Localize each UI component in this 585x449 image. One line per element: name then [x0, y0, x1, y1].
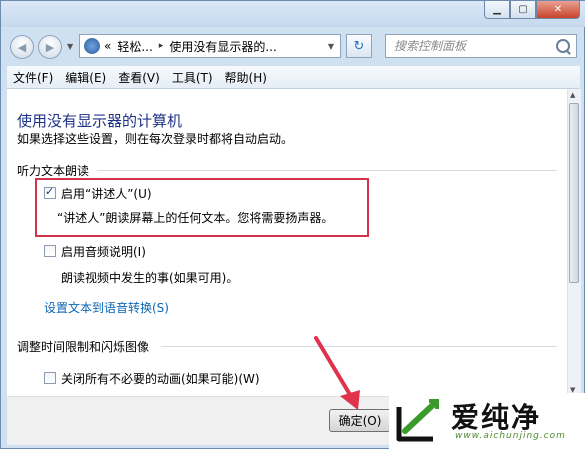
window-controls: ▁ ▢ ✕ [484, 1, 580, 19]
maximize-button[interactable]: ▢ [510, 1, 536, 19]
recent-pages-dropdown[interactable]: ▼ [67, 42, 73, 51]
minimize-button[interactable]: ▁ [484, 1, 510, 19]
narrator-highlight-box [35, 178, 369, 237]
search-box[interactable] [385, 34, 577, 58]
back-button[interactable]: ◀ [10, 35, 34, 59]
audio-description-checkbox[interactable] [44, 245, 56, 257]
menu-view[interactable]: 查看(V) [112, 69, 166, 86]
breadcrumb-current-page[interactable]: 使用没有显示器的... [169, 38, 276, 55]
watermark-url: www.aichunjing.com [455, 431, 566, 441]
breadcrumb-ease-of-access[interactable]: 轻松... [117, 38, 152, 55]
watermark-brand: 爱纯净 [451, 401, 542, 434]
page-subtitle: 如果选择这些设置，则在每次登录时都将自动启动。 [17, 132, 294, 146]
menu-tools[interactable]: 工具(T) [166, 69, 219, 86]
search-input[interactable] [392, 38, 546, 54]
menu-bar: 文件(F) 编辑(E) 查看(V) 工具(T) 帮助(H) [7, 66, 580, 89]
watermark-logo-icon [396, 399, 439, 442]
page-title: 使用没有显示器的计算机 [17, 112, 183, 130]
menu-file[interactable]: 文件(F) [7, 69, 59, 86]
menu-help[interactable]: 帮助(H) [219, 69, 273, 86]
refresh-button[interactable]: ↻ [346, 34, 372, 58]
text-to-speech-settings-link[interactable]: 设置文本到语音转换(S) [44, 299, 169, 316]
audio-description-label[interactable]: 启用音频说明(I) [61, 243, 146, 260]
back-arrow-icon: ◀ [17, 40, 27, 54]
breadcrumb-overflow[interactable]: « [104, 39, 111, 53]
scrollbar-thumb[interactable] [569, 103, 579, 283]
section-divider [97, 170, 557, 171]
search-icon[interactable] [556, 39, 570, 53]
forward-button[interactable]: ▶ [38, 35, 62, 59]
vertical-scrollbar[interactable]: ▲ ▼ [567, 89, 581, 396]
content-pane: 使用没有显示器的计算机 如果选择这些设置，则在每次登录时都将自动启动。 听力文本… [7, 89, 567, 396]
annotation-arrow-icon [314, 336, 360, 410]
title-bar: ▁ ▢ ✕ [1, 1, 585, 27]
breadcrumb-separator-icon[interactable]: ▸ [159, 41, 164, 51]
control-panel-icon [84, 38, 100, 54]
refresh-icon: ↻ [353, 38, 365, 54]
section-heading-text: 调整时间限制和闪烁图像 [17, 340, 150, 354]
section-heading-text: 听力文本朗读 [17, 164, 90, 178]
scroll-up-icon[interactable]: ▲ [570, 91, 575, 99]
close-button[interactable]: ✕ [536, 1, 580, 19]
address-bar[interactable]: « 轻松... ▸ 使用没有显示器的... ▼ [79, 34, 341, 58]
audio-description-text: 朗读视频中发生的事(如果可用)。 [61, 271, 239, 285]
address-dropdown-icon[interactable]: ▼ [328, 42, 334, 51]
forward-arrow-icon: ▶ [45, 40, 55, 54]
watermark: 爱纯净 www.aichunjing.com [389, 393, 585, 449]
section-heading-narration: 听力文本朗读 [17, 162, 557, 179]
disable-animations-label[interactable]: 关闭所有不必要的动画(如果可能)(W) [61, 370, 260, 387]
navigation-bar: ◀ ▶ ▼ « 轻松... ▸ 使用没有显示器的... ▼ ↻ [1, 27, 585, 65]
menu-edit[interactable]: 编辑(E) [59, 69, 112, 86]
section-heading-time-limits: 调整时间限制和闪烁图像 [17, 338, 557, 355]
disable-animations-checkbox[interactable] [44, 372, 56, 384]
